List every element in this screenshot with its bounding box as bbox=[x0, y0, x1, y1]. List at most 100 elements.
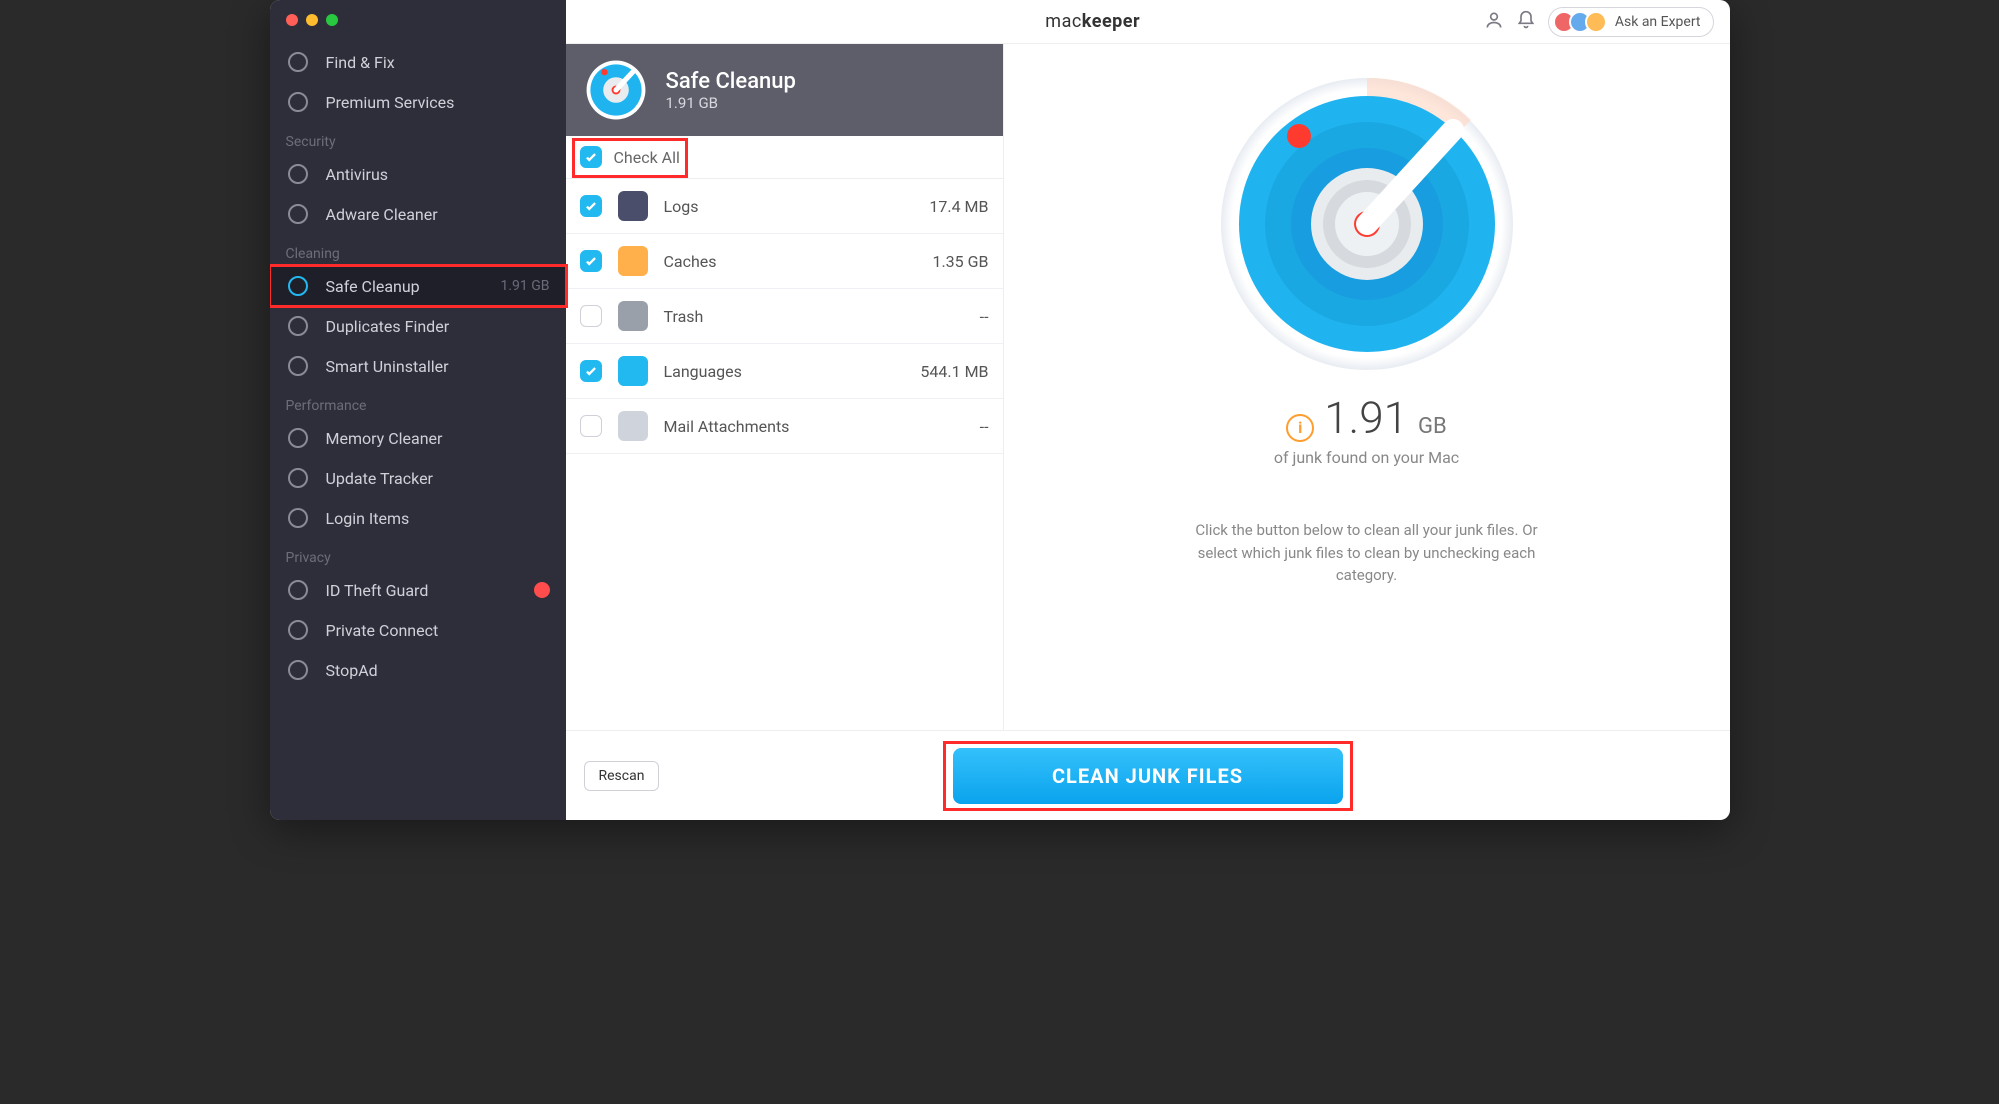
panel-header: Safe Cleanup 1.91 GB bbox=[566, 44, 1003, 136]
big-gauge bbox=[1217, 74, 1517, 374]
nav-label: Private Connect bbox=[326, 621, 439, 640]
category-icon bbox=[618, 246, 648, 276]
category-size: 1.35 GB bbox=[932, 252, 988, 271]
nav-label: Login Items bbox=[326, 509, 410, 528]
sidebar-item[interactable]: Update Tracker bbox=[270, 458, 566, 498]
nav-label: Find & Fix bbox=[326, 53, 395, 72]
nav-label: Safe Cleanup bbox=[326, 277, 420, 296]
sidebar-item[interactable]: ID Theft Guard bbox=[270, 570, 566, 610]
nav-label: Update Tracker bbox=[326, 469, 433, 488]
nav-icon bbox=[286, 202, 310, 226]
nav-label: Antivirus bbox=[326, 165, 389, 184]
minimize-window-button[interactable] bbox=[306, 14, 318, 26]
sidebar: Find & Fix Premium Services Security Ant… bbox=[270, 0, 566, 820]
nav-icon bbox=[286, 466, 310, 490]
sidebar-item[interactable]: StopAd bbox=[270, 650, 566, 690]
check-all-row[interactable]: Check All bbox=[566, 136, 1003, 179]
category-size: -- bbox=[980, 417, 989, 436]
category-row[interactable]: Caches 1.35 GB bbox=[566, 234, 1003, 289]
ask-expert-button[interactable]: Ask an Expert bbox=[1548, 7, 1714, 37]
category-icon bbox=[618, 411, 648, 441]
nav-icon bbox=[286, 354, 310, 378]
category-list-pane: Safe Cleanup 1.91 GB Check All Logs 17.4… bbox=[566, 44, 1004, 730]
category-row[interactable]: Mail Attachments -- bbox=[566, 399, 1003, 454]
nav-icon bbox=[286, 658, 310, 682]
panel-subtitle: 1.91 GB bbox=[666, 94, 796, 112]
sidebar-item[interactable]: Duplicates Finder bbox=[270, 306, 566, 346]
sidebar-item[interactable]: Smart Uninstaller bbox=[270, 346, 566, 386]
nav-label: ID Theft Guard bbox=[326, 581, 429, 600]
section-label: Cleaning bbox=[270, 234, 566, 266]
rescan-button[interactable]: Rescan bbox=[584, 761, 660, 791]
category-checkbox[interactable] bbox=[580, 305, 602, 327]
result-amount: 1.91 bbox=[1324, 392, 1408, 444]
nav-label: StopAd bbox=[326, 661, 378, 680]
nav-icon bbox=[286, 506, 310, 530]
category-icon bbox=[618, 301, 648, 331]
category-row[interactable]: Trash -- bbox=[566, 289, 1003, 344]
category-name: Languages bbox=[664, 362, 905, 381]
help-text: Click the button below to clean all your… bbox=[1177, 519, 1557, 587]
detail-pane: i 1.91 GB of junk found on your Mac Clic… bbox=[1004, 44, 1730, 730]
nav-size: 1.91 GB bbox=[500, 278, 549, 294]
check-all-checkbox[interactable] bbox=[580, 146, 602, 168]
nav-label: Memory Cleaner bbox=[326, 429, 443, 448]
category-size: 17.4 MB bbox=[929, 197, 988, 216]
brand-logo: mackeeper bbox=[702, 11, 1484, 32]
close-window-button[interactable] bbox=[286, 14, 298, 26]
footer: Rescan CLEAN JUNK FILES bbox=[566, 730, 1730, 820]
nav-label: Adware Cleaner bbox=[326, 205, 438, 224]
section-label: Security bbox=[270, 122, 566, 154]
sidebar-item[interactable]: Premium Services bbox=[270, 82, 566, 122]
panel-title: Safe Cleanup bbox=[666, 69, 796, 94]
result-row: i 1.91 GB bbox=[1286, 392, 1446, 444]
nav-icon bbox=[286, 162, 310, 186]
sidebar-item[interactable]: Find & Fix bbox=[270, 42, 566, 82]
topbar: mackeeper Ask an Expert bbox=[566, 0, 1730, 44]
info-icon: i bbox=[1286, 414, 1314, 442]
nav-icon bbox=[286, 426, 310, 450]
maximize-window-button[interactable] bbox=[326, 14, 338, 26]
section-label: Performance bbox=[270, 386, 566, 418]
alert-badge bbox=[534, 582, 550, 598]
result-subtitle: of junk found on your Mac bbox=[1274, 448, 1459, 467]
category-checkbox[interactable] bbox=[580, 415, 602, 437]
category-row[interactable]: Logs 17.4 MB bbox=[566, 179, 1003, 234]
category-icon bbox=[618, 191, 648, 221]
category-checkbox[interactable] bbox=[580, 195, 602, 217]
section-label: Privacy bbox=[270, 538, 566, 570]
sidebar-item[interactable]: Memory Cleaner bbox=[270, 418, 566, 458]
bell-icon[interactable] bbox=[1516, 10, 1536, 34]
sidebar-item[interactable]: Login Items bbox=[270, 498, 566, 538]
result-unit: GB bbox=[1418, 414, 1447, 439]
nav-icon bbox=[286, 50, 310, 74]
category-size: -- bbox=[980, 307, 989, 326]
sidebar-item[interactable]: Antivirus bbox=[270, 154, 566, 194]
clean-junk-button[interactable]: CLEAN JUNK FILES bbox=[953, 748, 1343, 804]
sidebar-item[interactable]: Private Connect bbox=[270, 610, 566, 650]
nav-label: Smart Uninstaller bbox=[326, 357, 449, 376]
sidebar-item[interactable]: Safe Cleanup 1.91 GB bbox=[270, 266, 566, 306]
nav-icon bbox=[286, 618, 310, 642]
category-row[interactable]: Languages 544.1 MB bbox=[566, 344, 1003, 399]
category-name: Trash bbox=[664, 307, 964, 326]
nav-icon bbox=[286, 90, 310, 114]
category-name: Caches bbox=[664, 252, 917, 271]
check-all-label: Check All bbox=[614, 148, 680, 167]
category-checkbox[interactable] bbox=[580, 360, 602, 382]
nav-label: Premium Services bbox=[326, 93, 455, 112]
nav-icon bbox=[286, 578, 310, 602]
nav-icon bbox=[286, 274, 310, 298]
gauge-icon bbox=[584, 58, 648, 122]
category-name: Logs bbox=[664, 197, 914, 216]
category-checkbox[interactable] bbox=[580, 250, 602, 272]
expert-avatars bbox=[1553, 11, 1607, 33]
account-icon[interactable] bbox=[1484, 10, 1504, 34]
category-size: 544.1 MB bbox=[920, 362, 988, 381]
sidebar-item[interactable]: Adware Cleaner bbox=[270, 194, 566, 234]
category-name: Mail Attachments bbox=[664, 417, 964, 436]
window-controls bbox=[270, 14, 566, 42]
nav-label: Duplicates Finder bbox=[326, 317, 450, 336]
category-icon bbox=[618, 356, 648, 386]
nav-icon bbox=[286, 314, 310, 338]
